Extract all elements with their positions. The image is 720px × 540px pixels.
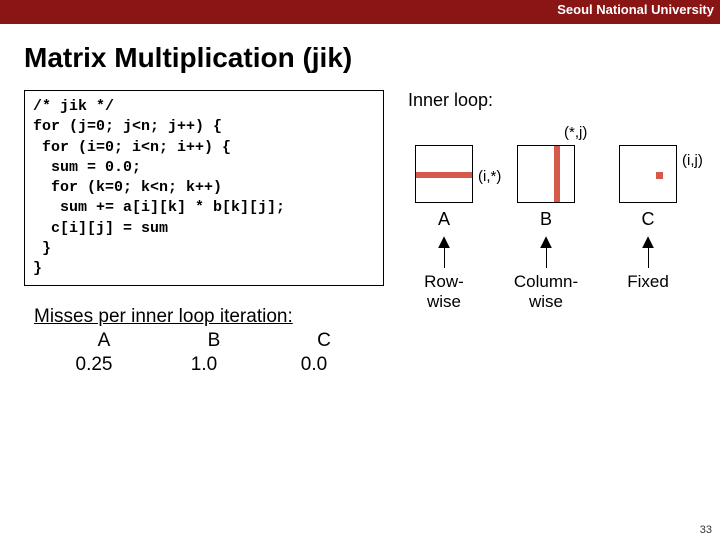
misses-col-name-b: B <box>184 330 244 352</box>
arrow-stem <box>648 246 649 268</box>
code-listing: /* jik */ for (j=0; j<n; j++) { for (i=0… <box>24 90 384 286</box>
arrow-stem <box>444 246 445 268</box>
inner-loop-label: Inner loop: <box>408 90 696 111</box>
misses-block: Misses per inner loop iteration: A B C 0… <box>34 306 384 376</box>
misses-col-val-b: 1.0 <box>174 354 234 376</box>
slide-title: Matrix Multiplication (jik) <box>0 24 720 90</box>
matrices-row: (i,*) A ▲ Row-wise (*,j) B ▲ Column- wis… <box>408 125 696 312</box>
matrix-b-highlight-col <box>554 146 560 202</box>
misses-title: Misses per inner loop iteration: <box>34 306 384 328</box>
misses-col-name-a: A <box>74 330 134 352</box>
affiliation-text: Seoul National University <box>557 2 714 17</box>
misses-header-row: A B C <box>34 330 384 352</box>
matrix-c-box: (i,j) <box>619 145 677 203</box>
matrix-b: (*,j) B ▲ Column- wise <box>510 145 582 312</box>
page-number: 33 <box>700 524 712 536</box>
matrix-c: (i,j) C ▲ Fixed <box>612 145 684 312</box>
matrix-a-box: (i,*) <box>415 145 473 203</box>
matrix-a-access: Row-wise <box>408 272 480 312</box>
misses-col-val-a: 0.25 <box>64 354 124 376</box>
matrix-a-highlight-row <box>416 172 472 178</box>
left-column: /* jik */ for (j=0; j<n; j++) { for (i=0… <box>24 90 384 376</box>
matrix-b-letter: B <box>540 209 552 230</box>
right-column: Inner loop: (i,*) A ▲ Row-wise (*,j) B ▲ <box>408 90 696 376</box>
matrix-b-box: (*,j) <box>517 145 575 203</box>
matrix-c-coord: (i,j) <box>682 152 703 169</box>
matrix-c-highlight-dot <box>656 172 663 179</box>
matrix-a-coord: (i,*) <box>478 168 501 185</box>
arrow-stem <box>546 246 547 268</box>
main-content: /* jik */ for (j=0; j<n; j++) { for (i=0… <box>0 90 720 376</box>
misses-col-name-c: C <box>294 330 354 352</box>
matrix-a-letter: A <box>438 209 450 230</box>
matrix-c-letter: C <box>642 209 655 230</box>
matrix-a: (i,*) A ▲ Row-wise <box>408 145 480 312</box>
misses-col-val-c: 0.0 <box>284 354 344 376</box>
matrix-b-coord: (*,j) <box>564 124 587 141</box>
matrix-b-access: Column- wise <box>514 272 578 312</box>
misses-value-row: 0.25 1.0 0.0 <box>34 354 384 376</box>
header-bar: Seoul National University <box>0 0 720 24</box>
matrix-c-access: Fixed <box>627 272 669 312</box>
